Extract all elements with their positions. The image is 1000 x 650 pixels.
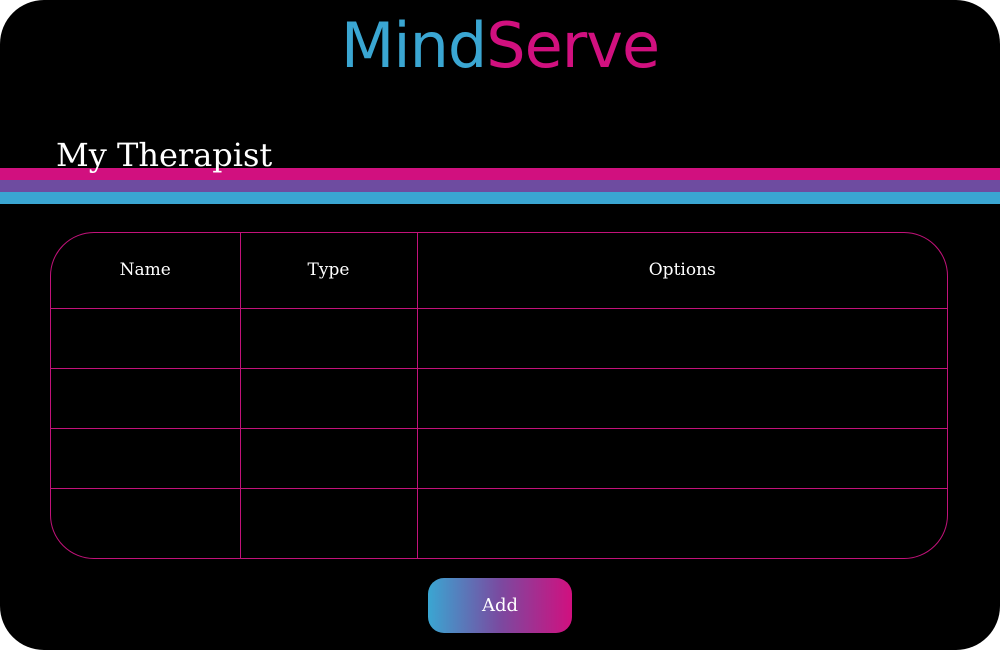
column-header-type: Type	[239, 233, 418, 309]
table-row	[51, 427, 947, 489]
table-cell-options	[416, 307, 947, 369]
table-header-row: Name Type Options	[51, 233, 947, 309]
add-button[interactable]: Add	[428, 578, 572, 633]
stripe-purple	[0, 180, 1000, 192]
column-header-options: Options	[416, 233, 947, 309]
therapist-table: Name Type Options	[50, 232, 948, 559]
brand-logo-part-2: Serve	[486, 9, 660, 82]
table-cell-name	[51, 487, 241, 558]
table-row	[51, 367, 947, 429]
table-cell-name	[51, 307, 241, 369]
column-header-name: Name	[51, 233, 241, 309]
table-cell-options	[416, 367, 947, 429]
table-cell-type	[239, 487, 418, 558]
table-row	[51, 487, 947, 558]
table-cell-options	[416, 427, 947, 489]
table-cell-type	[239, 307, 418, 369]
table-row	[51, 307, 947, 369]
app-window: MindServe My Therapist Name Type Options	[0, 0, 1000, 650]
table-cell-type	[239, 427, 418, 489]
table-cell-type	[239, 367, 418, 429]
table-cell-options	[416, 487, 947, 558]
table-cell-name	[51, 427, 241, 489]
page-title: My Therapist	[56, 136, 273, 174]
brand-logo: MindServe	[0, 6, 1000, 86]
stripe-blue	[0, 192, 1000, 204]
table-cell-name	[51, 367, 241, 429]
brand-logo-part-1: Mind	[340, 9, 487, 82]
